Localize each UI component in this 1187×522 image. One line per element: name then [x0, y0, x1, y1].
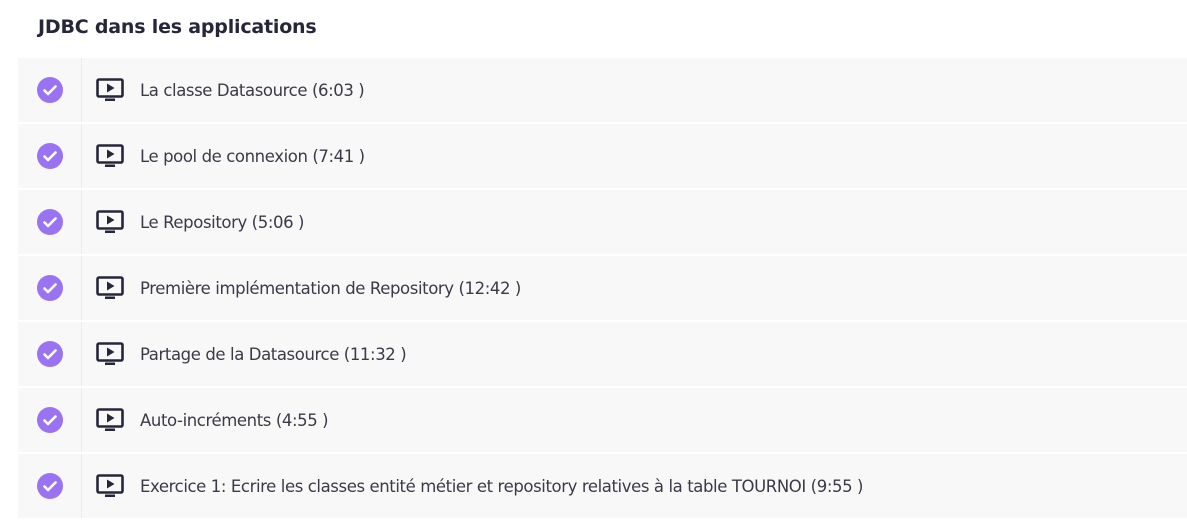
lesson-row[interactable]: Partage de la Datasource (11:32 ): [18, 322, 1187, 386]
lesson-title[interactable]: Partage de la Datasource (11:32 ): [140, 345, 407, 364]
video-play-icon: [96, 408, 124, 432]
lesson-content[interactable]: La classe Datasource (6:03 ): [82, 78, 365, 102]
lesson-title[interactable]: Le pool de connexion (7:41 ): [140, 147, 365, 166]
lesson-status[interactable]: [18, 190, 82, 254]
lesson-title[interactable]: La classe Datasource (6:03 ): [140, 81, 365, 100]
lesson-row[interactable]: Exercice 1: Ecrire les classes entité mé…: [18, 454, 1187, 518]
video-play-icon: [96, 78, 124, 102]
lesson-content[interactable]: Partage de la Datasource (11:32 ): [82, 342, 407, 366]
lesson-row[interactable]: Première implémentation de Repository (1…: [18, 256, 1187, 320]
lesson-title[interactable]: Première implémentation de Repository (1…: [140, 279, 521, 298]
section-title: JDBC dans les applications: [38, 16, 317, 38]
lesson-list: La classe Datasource (6:03 ) Le pool de …: [18, 58, 1187, 520]
check-circle-icon[interactable]: [36, 473, 63, 499]
video-play-icon: [96, 210, 124, 234]
lesson-status[interactable]: [18, 388, 82, 452]
lesson-title[interactable]: Exercice 1: Ecrire les classes entité mé…: [140, 477, 863, 496]
lesson-status[interactable]: [18, 256, 82, 320]
check-circle-icon[interactable]: [36, 341, 63, 367]
lesson-content[interactable]: Auto-incréments (4:55 ): [82, 408, 329, 432]
lesson-status[interactable]: [18, 124, 82, 188]
check-circle-icon[interactable]: [36, 209, 63, 235]
lesson-status[interactable]: [18, 454, 82, 518]
video-play-icon: [96, 474, 124, 498]
lesson-content[interactable]: Le pool de connexion (7:41 ): [82, 144, 365, 168]
video-play-icon: [96, 144, 124, 168]
lesson-row[interactable]: Le pool de connexion (7:41 ): [18, 124, 1187, 188]
lesson-row[interactable]: Auto-incréments (4:55 ): [18, 388, 1187, 452]
check-circle-icon[interactable]: [36, 77, 63, 103]
lesson-title[interactable]: Auto-incréments (4:55 ): [140, 411, 329, 430]
lesson-content[interactable]: Le Repository (5:06 ): [82, 210, 304, 234]
video-play-icon: [96, 276, 124, 300]
video-play-icon: [96, 342, 124, 366]
lesson-row[interactable]: La classe Datasource (6:03 ): [18, 58, 1187, 122]
lesson-title[interactable]: Le Repository (5:06 ): [140, 213, 304, 232]
check-circle-icon[interactable]: [36, 407, 63, 433]
lesson-content[interactable]: Exercice 1: Ecrire les classes entité mé…: [82, 474, 863, 498]
check-circle-icon[interactable]: [36, 143, 63, 169]
lesson-status[interactable]: [18, 58, 82, 122]
lesson-content[interactable]: Première implémentation de Repository (1…: [82, 276, 521, 300]
lesson-row[interactable]: Le Repository (5:06 ): [18, 190, 1187, 254]
lesson-status[interactable]: [18, 322, 82, 386]
check-circle-icon[interactable]: [36, 275, 63, 301]
